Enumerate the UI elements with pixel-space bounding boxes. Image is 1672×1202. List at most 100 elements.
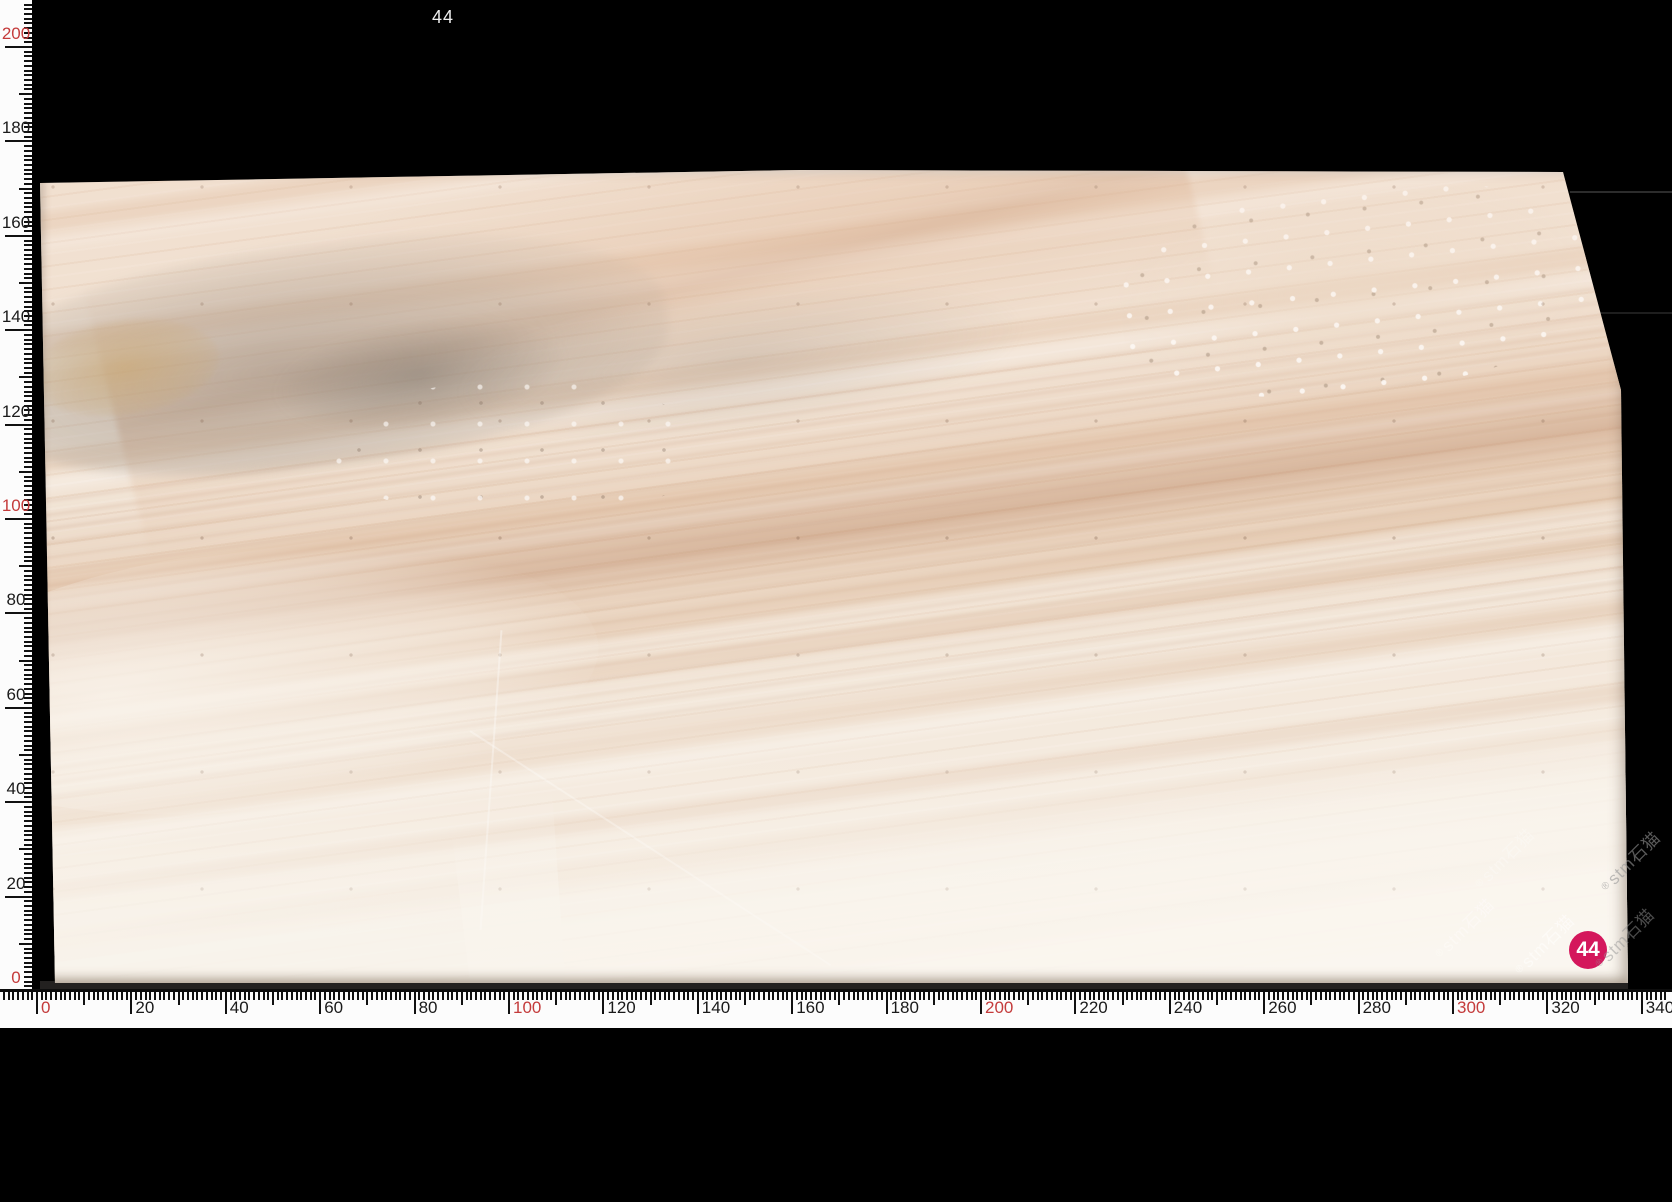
- bottom-ruler-tick: [1319, 991, 1322, 1000]
- bottom-ruler-tick: [640, 991, 643, 1000]
- bottom-ruler-tick: [92, 991, 95, 1000]
- slab-image[interactable]: [40, 170, 1628, 983]
- left-ruler-tick: [24, 385, 32, 388]
- bottom-ruler-tick: [833, 991, 836, 1000]
- left-ruler-tick: [24, 149, 32, 152]
- bottom-ruler-tick: [1135, 991, 1138, 1000]
- left-ruler-major-line: [5, 801, 32, 804]
- left-ruler-tick: [24, 333, 32, 336]
- bottom-ruler-label: 0: [41, 998, 51, 1017]
- bottom-ruler-tick: [1249, 991, 1252, 1000]
- bottom-ruler-label: 160: [796, 998, 825, 1017]
- bottom-ruler-tick: [696, 991, 699, 1014]
- left-ruler-tick: [24, 555, 32, 558]
- bottom-ruler-tick: [1036, 991, 1039, 1000]
- bottom-ruler-tick: [1263, 991, 1266, 1014]
- bottom-ruler-tick: [1489, 991, 1492, 1000]
- left-ruler-tick: [24, 654, 32, 657]
- bottom-ruler-tick: [1310, 991, 1313, 1005]
- bottom-ruler-tick: [120, 991, 123, 1000]
- bottom-ruler-tick: [59, 991, 62, 1000]
- bottom-ruler-tick: [852, 991, 855, 1000]
- bottom-ruler-tick: [777, 991, 780, 1000]
- bottom-ruler-tick: [69, 991, 72, 1000]
- bottom-ruler-tick: [1258, 991, 1261, 1000]
- bottom-ruler-label: 320: [1551, 998, 1580, 1017]
- left-ruler-tick: [24, 720, 32, 723]
- bottom-ruler-tick: [1437, 991, 1440, 1000]
- bottom-ruler-tick: [87, 991, 90, 1000]
- left-ruler-tick: [19, 848, 32, 851]
- bottom-ruler-tick: [1168, 991, 1171, 1014]
- bottom-ruler-tick: [1017, 991, 1020, 1000]
- left-ruler-tick: [24, 919, 32, 922]
- left-ruler-tick: [24, 739, 32, 742]
- left-ruler-tick: [24, 371, 32, 374]
- bottom-ruler-tick: [682, 991, 685, 1000]
- bottom-ruler-tick: [1541, 991, 1544, 1000]
- bottom-ruler-tick: [257, 991, 260, 1000]
- left-ruler-tick: [24, 178, 32, 181]
- bottom-ruler-tick: [1442, 991, 1445, 1000]
- bottom-ruler-tick: [1532, 991, 1535, 1000]
- bottom-ruler-tick: [163, 991, 166, 1000]
- left-ruler-tick: [24, 536, 32, 539]
- bottom-ruler-tick: [465, 991, 468, 1000]
- bottom-ruler-tick: [923, 991, 926, 1000]
- left-ruler-tick: [24, 730, 32, 733]
- left-ruler-tick: [24, 909, 32, 912]
- left-ruler-tick: [24, 961, 32, 964]
- bottom-ruler-tick: [31, 991, 34, 1000]
- left-ruler-tick: [24, 390, 32, 393]
- left-ruler-tick: [24, 381, 32, 384]
- bottom-ruler-tick: [965, 991, 968, 1000]
- left-ruler-tick: [24, 678, 32, 681]
- left-ruler-label: 100: [1, 496, 31, 515]
- bottom-ruler-tick: [276, 991, 279, 1000]
- left-ruler-tick: [24, 480, 32, 483]
- left-ruler-tick: [24, 867, 32, 870]
- left-ruler-tick: [24, 900, 32, 903]
- left-ruler-tick: [24, 447, 32, 450]
- bottom-ruler-label: 260: [1268, 998, 1297, 1017]
- bottom-ruler-tick: [83, 991, 86, 1005]
- bottom-ruler-tick: [2, 991, 5, 1000]
- bottom-ruler-tick: [654, 991, 657, 1000]
- bottom-ruler-tick: [1338, 991, 1341, 1000]
- bottom-ruler-label: 300: [1457, 998, 1486, 1017]
- left-ruler-tick: [24, 253, 32, 256]
- left-ruler-tick: [24, 820, 32, 823]
- bottom-ruler-tick: [758, 991, 761, 1000]
- bottom-ruler-tick: [1499, 991, 1502, 1005]
- bottom-ruler-tick: [493, 991, 496, 1000]
- bottom-ruler-label: 200: [985, 998, 1014, 1017]
- bottom-ruler-tick: [305, 991, 308, 1000]
- bottom-ruler-tick: [828, 991, 831, 1000]
- bottom-ruler-tick: [1428, 991, 1431, 1000]
- left-ruler-tick: [24, 428, 32, 431]
- bottom-ruler-tick: [838, 991, 841, 1005]
- left-ruler-tick: [19, 282, 32, 284]
- bottom-ruler-tick: [781, 991, 784, 1000]
- bottom-ruler-tick: [36, 991, 38, 1014]
- bottom-ruler-tick: [361, 991, 364, 1000]
- bottom-ruler-tick: [1050, 991, 1053, 1000]
- left-ruler-tick: [24, 69, 32, 72]
- left-ruler-tick: [24, 475, 32, 478]
- left-ruler-tick: [24, 938, 32, 941]
- bottom-ruler-tick: [574, 991, 577, 1000]
- bottom-ruler-tick: [946, 991, 949, 1000]
- bottom-ruler-tick: [158, 991, 161, 1000]
- bottom-ruler-tick: [1041, 991, 1044, 1000]
- bottom-ruler-tick: [744, 991, 746, 1005]
- bottom-ruler-tick: [489, 991, 492, 1000]
- bottom-ruler-tick: [970, 991, 973, 1000]
- bottom-ruler-tick: [474, 991, 477, 1000]
- bottom-ruler-tick: [1206, 991, 1209, 1000]
- bottom-ruler-tick: [668, 991, 671, 1000]
- bottom-ruler-label: 340: [1645, 998, 1672, 1017]
- left-ruler-tick: [24, 201, 32, 204]
- bottom-ruler-tick: [78, 991, 81, 1000]
- bottom-ruler-tick: [767, 991, 770, 1000]
- bottom-ruler-tick: [583, 991, 586, 1000]
